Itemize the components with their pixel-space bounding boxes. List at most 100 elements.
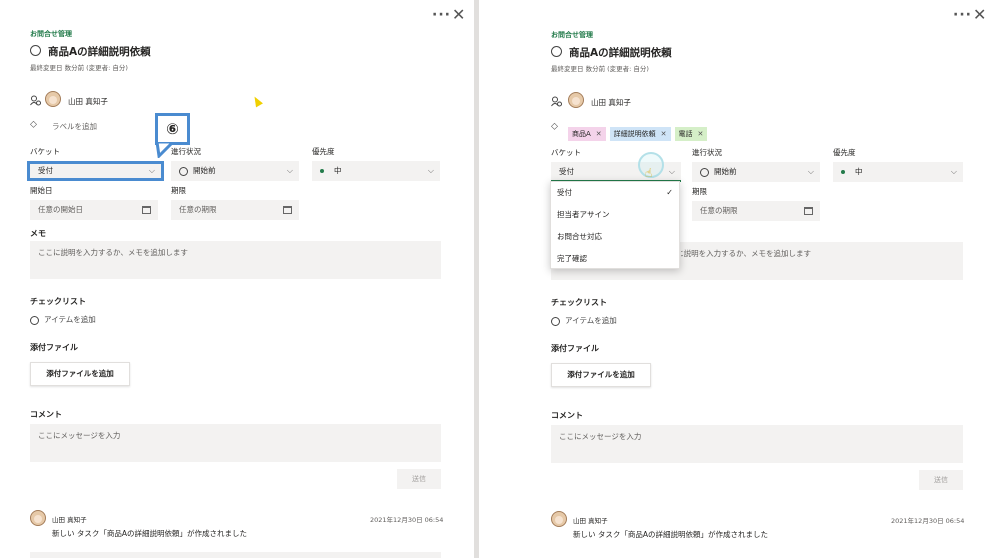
due-date-input[interactable]: 任意の期限 [171,200,299,220]
checklist-label: チェックリスト [30,297,86,306]
close-icon[interactable]: ✕ [452,7,465,23]
bucket-label: バケット [551,148,581,157]
avatar [551,511,567,527]
comment-text: 新しい タスク「商品Aの詳細説明依頼」が作成されました [573,530,769,539]
plan-name: お問合せ管理 [551,31,593,39]
tag-icon: ⬦ [551,121,558,132]
memo-placeholder: ここに説明を入力するか、メモを追加します [38,248,188,257]
priority-select[interactable]: 中 ⌵ [833,162,963,182]
start-date-input[interactable]: 任意の開始日 [30,200,158,220]
calendar-icon [283,206,292,214]
tag-icon: ⬦ [30,119,37,130]
not-started-icon [179,166,188,176]
checklist-label: チェックリスト [551,298,607,307]
progress-label: 進行状況 [171,147,201,156]
chevron-down-icon: ⌵ [427,166,434,175]
complete-circle-icon[interactable] [551,46,562,57]
label-tag[interactable]: 電話 ✕ [674,127,708,141]
due-date-placeholder: 任意の期限 [179,205,217,214]
bucket-label: バケット [30,147,60,156]
comments-label: コメント [30,410,62,419]
tag-text: 電話 [678,130,693,138]
memo-textarea[interactable]: ここに説明を入力するか、メモを追加します [30,241,441,279]
avatar[interactable] [45,91,61,107]
assign-icon[interactable] [30,95,41,106]
comment-timestamp: 2021年12月30日 06:54 [891,517,965,525]
checklist-add-item[interactable]: アイテムを追加 [551,315,617,326]
send-button[interactable]: 送信 [397,469,441,489]
chevron-down-icon: ⌵ [807,167,814,176]
comment-textarea[interactable]: ここにメッセージを入力 [551,425,963,463]
option-text: 完了確認 [557,254,587,263]
not-started-icon [700,167,709,177]
start-date-label: 開始日 [30,186,53,195]
checklist-add-item[interactable]: アイテムを追加 [30,314,96,325]
task-title[interactable]: 商品Aの詳細説明依頼 [569,45,672,60]
avatar [30,510,46,526]
comment-placeholder: ここにメッセージを入力 [38,431,121,440]
calendar-icon [142,206,151,214]
close-icon[interactable]: ✕ [973,7,986,23]
bucket-select[interactable]: 受付 ⌵ [27,161,164,181]
step-number: ⑥ [166,120,179,138]
more-options-icon[interactable]: ··· [432,8,451,22]
option-text: 担当者アサイン [557,210,610,219]
option-text: 受付 [557,188,572,197]
last-modified: 最終変更日 数分前 (変更者: 自分) [30,64,128,72]
add-attachment-button[interactable]: 添付ファイルを追加 [551,363,651,387]
progress-select[interactable]: 開始前 ⌵ [692,162,820,182]
priority-select[interactable]: 中 ⌵ [312,161,440,181]
comment-textarea[interactable]: ここにメッセージを入力 [30,424,441,462]
priority-label: 優先度 [833,148,856,157]
bucket-dropdown: 受付 ✓ 担当者アサイン お問合せ対応 完了確認 [550,181,680,269]
calendar-icon [804,207,813,215]
remove-tag-icon[interactable]: ✕ [596,130,602,138]
due-date-placeholder: 任意の期限 [700,206,738,215]
attachments-label: 添付ファイル [30,343,78,352]
comment-placeholder: ここにメッセージを入力 [559,432,642,441]
circle-icon [30,315,39,325]
add-label-link[interactable]: ラベルを追加 [52,121,97,132]
last-modified: 最終変更日 数分前 (変更者: 自分) [551,65,649,73]
remove-tag-icon[interactable]: ✕ [698,130,704,138]
priority-label: 優先度 [312,147,335,156]
plan-name: お問合せ管理 [30,30,72,38]
dropdown-option[interactable]: 完了確認 [551,248,679,270]
complete-circle-icon[interactable] [30,45,41,56]
comment-text: 新しい タスク「商品Aの詳細説明依頼」が作成されました [52,529,248,538]
task-title[interactable]: 商品Aの詳細説明依頼 [48,44,151,59]
memo-placeholder: ここに説明を入力するか、メモを追加します [681,249,811,258]
assign-icon[interactable] [551,96,562,107]
due-date-label: 期限 [171,186,186,195]
send-button[interactable]: 送信 [919,470,963,490]
assignee-name: 山田 真知子 [68,97,108,106]
label-tag[interactable]: 詳細説明依頼 ✕ [609,127,671,141]
step-callout: ⑥ [155,113,190,145]
label-tag[interactable]: 商品A ✕ [568,127,606,141]
assignee-name: 山田 真知子 [591,98,631,107]
due-date-input[interactable]: 任意の期限 [692,201,820,221]
avatar[interactable] [568,92,584,108]
checkmark-icon: ✓ [666,188,673,197]
priority-dot-icon [320,169,324,173]
add-attachment-button[interactable]: 添付ファイルを追加 [30,362,130,386]
option-text: お問合せ対応 [557,232,602,241]
remove-tag-icon[interactable]: ✕ [661,130,667,138]
chevron-down-icon: ⌵ [148,166,155,175]
hand-cursor-icon: ☝ [645,166,653,180]
tag-text: 詳細説明依頼 [613,130,656,138]
dropdown-option[interactable]: 受付 ✓ [551,182,679,204]
bucket-value: 受付 [38,166,53,175]
chevron-down-icon: ⌵ [286,166,293,175]
more-options-icon[interactable]: ··· [953,8,972,22]
memo-label: メモ [30,229,46,238]
progress-select[interactable]: 開始前 ⌵ [171,161,299,181]
comment-separator [30,552,441,558]
dropdown-option[interactable]: お問合せ対応 [551,226,679,248]
dropdown-option[interactable]: 担当者アサイン [551,204,679,226]
attachments-label: 添付ファイル [551,344,599,353]
progress-value: 開始前 [193,166,216,175]
chevron-down-icon: ⌵ [668,167,675,176]
comment-author: 山田 真知子 [573,517,608,525]
bucket-value: 受付 [559,167,574,176]
